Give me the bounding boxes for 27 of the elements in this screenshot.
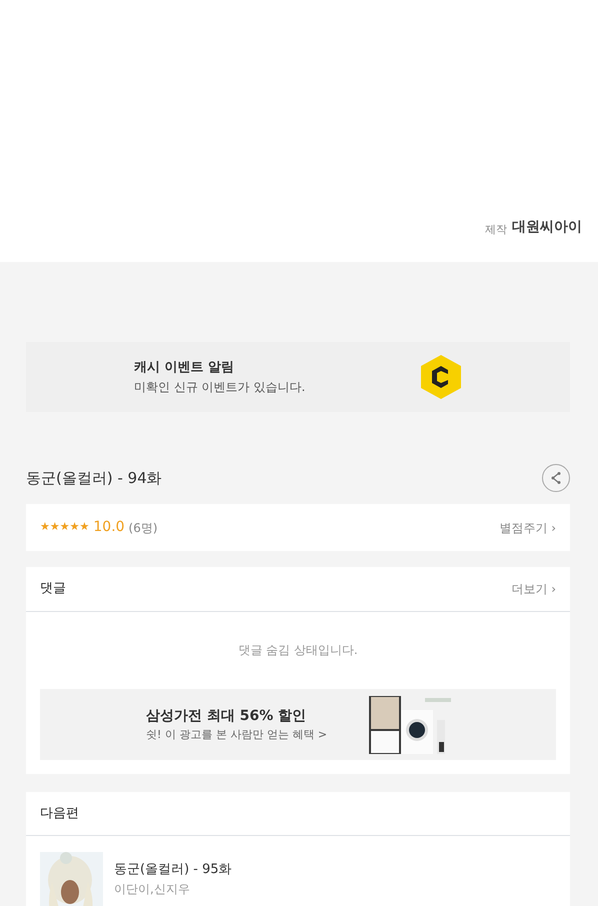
credit-label: 제작 <box>485 222 507 238</box>
rate-link[interactable]: 별점주기 › <box>499 518 556 536</box>
ad-banner[interactable]: 삼성가전 최대 56% 할인 쉿! 이 광고를 본 사람만 얻는 혜택 > <box>40 689 556 760</box>
episode-authors: 이단이,신지우 <box>114 880 191 898</box>
star-icon: ★ <box>70 519 80 536</box>
share-button[interactable] <box>542 464 570 492</box>
banner-title: 캐시 이벤트 알림 <box>134 359 236 378</box>
ad-title: 삼성가전 최대 56% 할인 <box>146 706 308 726</box>
section-heading: 댓글 <box>40 580 66 598</box>
episode-title: 동군(올컬러) - 94화 <box>26 468 162 489</box>
share-icon <box>549 471 563 485</box>
section-heading: 다음편 <box>40 804 79 823</box>
banner-subtitle: 미확인 신규 이벤트가 있습니다. <box>134 378 306 396</box>
event-banner[interactable]: 캐시 이벤트 알림 미확인 신규 이벤트가 있습니다. <box>26 342 570 412</box>
star-icon: ★ <box>80 519 90 536</box>
publisher-name: 대원씨아이 <box>512 218 582 237</box>
episode-title: 동군(올컬러) - 95화 <box>114 861 232 879</box>
star-icon: ★ <box>40 519 50 536</box>
ad-subtitle: 쉿! 이 광고를 본 사람만 얻는 혜택 > <box>146 726 328 743</box>
rating-score: 10.0 <box>93 518 125 537</box>
rating-count: (6명) <box>128 520 158 536</box>
star-icon: ★ <box>50 519 60 536</box>
coin-icon <box>419 354 464 400</box>
next-episode-item[interactable]: 동군(올컬러) - 95화 이단이,신지우 <box>26 836 570 906</box>
more-link[interactable]: 더보기 › <box>511 580 556 598</box>
star-icon: ★ <box>60 519 70 536</box>
hidden-comments-notice: 댓글 숨김 상태입니다. <box>237 642 359 659</box>
